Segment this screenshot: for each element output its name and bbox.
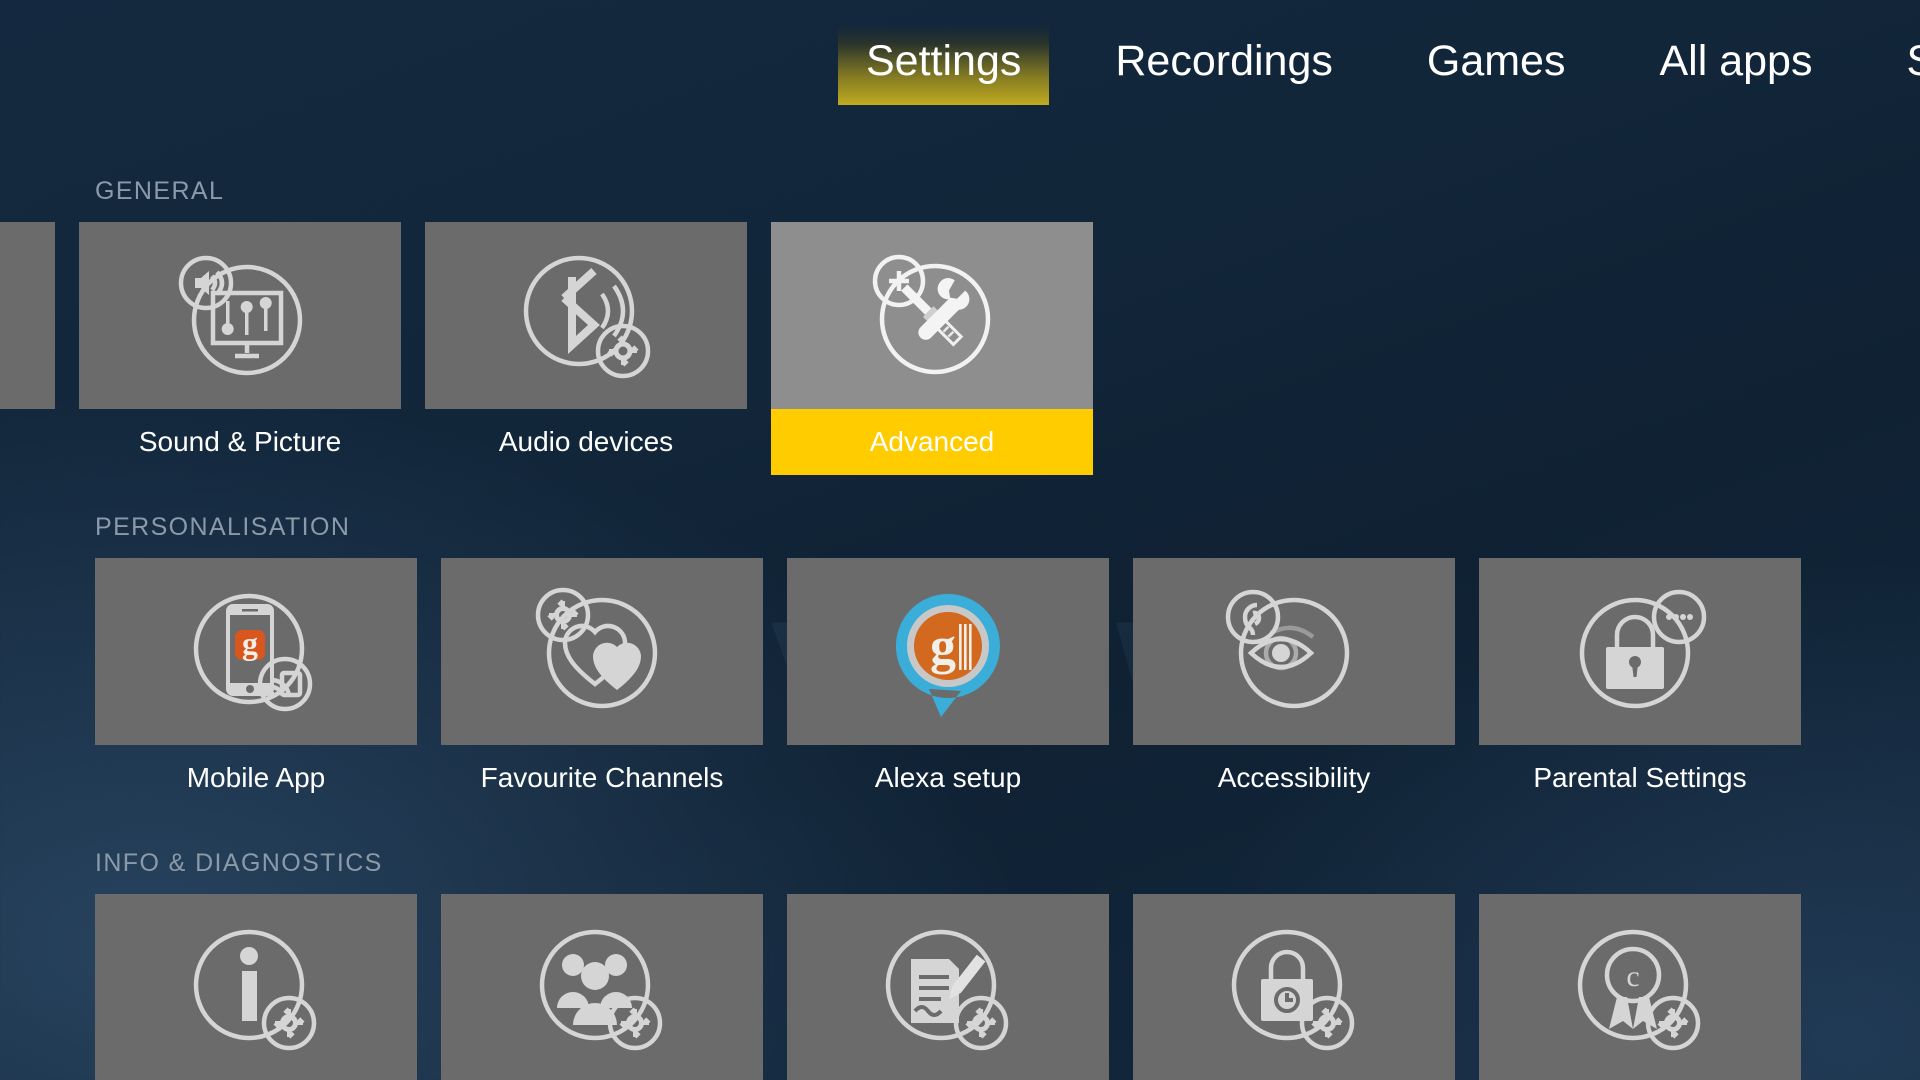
nav-tab-all-apps[interactable]: All apps	[1631, 26, 1840, 105]
section-general: GENERAL rage	[0, 177, 1920, 475]
nav-tab-settings[interactable]: Settings	[838, 25, 1050, 105]
tile-storage-art	[0, 222, 55, 409]
nav-tab-recordings-label: Recordings	[1115, 36, 1333, 85]
copyright-icon: c	[1577, 929, 1701, 1050]
alexa-setup-icon: g	[895, 593, 1000, 717]
tile-sound-and-picture[interactable]: Sound & Picture	[79, 222, 401, 475]
parental-settings-icon	[1579, 589, 1707, 708]
tile-alexa-setup-art: g	[787, 558, 1109, 745]
tile-mobile-app-art: g	[95, 558, 417, 745]
tile-storage-label: rage	[0, 409, 55, 475]
tile-accessibility-art	[1133, 558, 1455, 745]
tile-terms-and-conditions[interactable]	[787, 894, 1109, 1080]
tile-terms-and-conditions-art	[787, 894, 1109, 1080]
terms-conditions-icon	[885, 929, 1009, 1050]
tile-audio-devices[interactable]: Audio devices	[425, 222, 747, 475]
tile-row-info-and-diagnostics: c	[0, 894, 1920, 1080]
svg-text:c: c	[1626, 960, 1639, 993]
tile-copyright-art: c	[1479, 894, 1801, 1080]
tile-user-accounts-art	[441, 894, 763, 1080]
tile-system-information-art	[95, 894, 417, 1080]
top-navigation-bar: Settings Recordings Games All apps Se	[0, 0, 1920, 130]
tile-advanced[interactable]: Advanced	[771, 222, 1093, 475]
user-accounts-icon	[539, 929, 663, 1050]
tile-parental-settings-label: Parental Settings	[1533, 762, 1747, 793]
tile-accessibility-label: Accessibility	[1217, 762, 1371, 793]
tile-advanced-art	[771, 222, 1093, 409]
tile-alexa-setup-label: Alexa setup	[874, 762, 1022, 793]
tile-favourite-channels-art	[441, 558, 763, 745]
svg-text:g: g	[930, 618, 956, 675]
nav-tab-search-label: Se	[1906, 37, 1920, 85]
svg-text:g: g	[242, 625, 258, 661]
tile-favourite-channels-label: Favourite Channels	[480, 762, 724, 793]
nav-tab-settings-label: Settings	[866, 36, 1022, 85]
tile-audio-devices-art	[425, 222, 747, 409]
tile-storage[interactable]: rage	[0, 222, 55, 475]
tile-alexa-setup[interactable]: g Alexa setup	[787, 558, 1109, 811]
tile-advanced-label: Advanced	[771, 409, 1093, 475]
tile-copyright[interactable]: c	[1479, 894, 1801, 1080]
section-title-general: GENERAL	[95, 177, 225, 205]
nav-tab-games-label: Games	[1426, 36, 1566, 85]
tile-row-personalisation: g Mobile App Favourite Channels g Alexa …	[0, 558, 1920, 811]
tile-mobile-app-label: Mobile App	[186, 762, 326, 793]
tile-accessibility[interactable]: Accessibility	[1133, 558, 1455, 811]
tile-audio-devices-label: Audio devices	[498, 426, 674, 457]
tile-sound-and-picture-art	[79, 222, 401, 409]
privacy-lock-icon	[1231, 929, 1355, 1050]
tile-sound-and-picture-label: Sound & Picture	[138, 426, 342, 457]
section-personalisation: PERSONALISATION g Mobile App Favourite C…	[0, 513, 1920, 811]
sound-picture-icon	[178, 255, 303, 375]
advanced-tools-icon	[872, 254, 991, 374]
accessibility-icon	[1225, 589, 1350, 708]
tile-mobile-app[interactable]: g Mobile App	[95, 558, 417, 811]
system-information-icon	[193, 929, 317, 1050]
nav-tab-all-apps-label: All apps	[1659, 36, 1813, 85]
tile-privacy-art	[1133, 894, 1455, 1080]
nav-tab-search[interactable]: Se	[1878, 26, 1920, 105]
audio-devices-icon	[523, 255, 651, 378]
tile-user-accounts[interactable]	[441, 894, 763, 1080]
section-title-info-and-diagnostics: INFO & DIAGNOSTICS	[95, 849, 383, 877]
mobile-app-icon: g	[193, 593, 313, 711]
tile-privacy[interactable]	[1133, 894, 1455, 1080]
tile-system-information[interactable]	[95, 894, 417, 1080]
favourite-channels-icon	[535, 587, 658, 708]
tile-row-general: rage	[0, 222, 1920, 475]
tile-parental-settings[interactable]: Parental Settings	[1479, 558, 1801, 811]
tile-favourite-channels[interactable]: Favourite Channels	[441, 558, 763, 811]
tile-parental-settings-art	[1479, 558, 1801, 745]
nav-tab-games[interactable]: Games	[1399, 26, 1594, 105]
section-title-personalisation: PERSONALISATION	[95, 513, 351, 541]
nav-tab-recordings[interactable]: Recordings	[1087, 26, 1361, 105]
section-info-and-diagnostics: INFO & DIAGNOSTICS c	[0, 849, 1920, 1080]
settings-content: GENERAL rage	[0, 130, 1920, 1080]
